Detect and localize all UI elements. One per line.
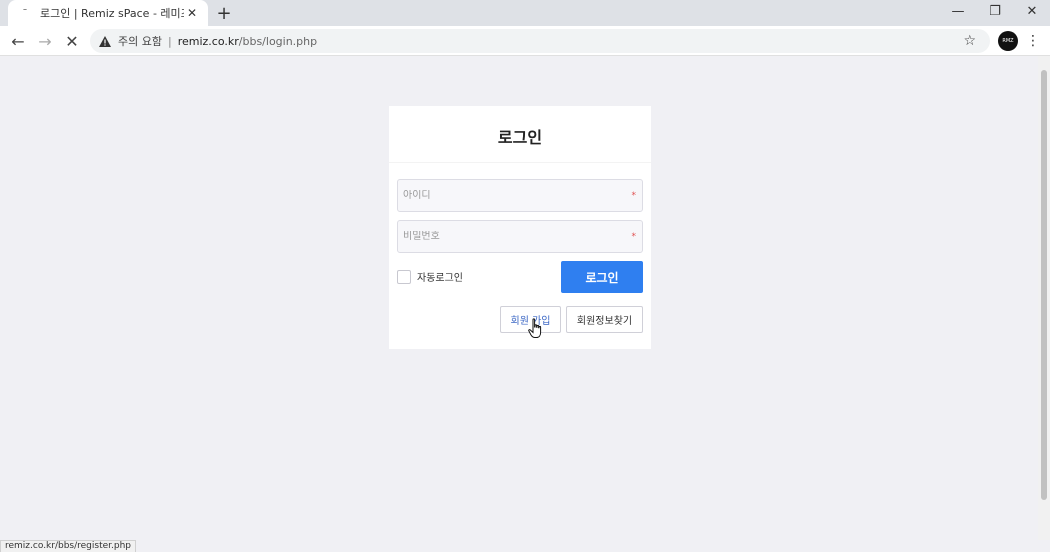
omnibox-separator: | — [167, 34, 172, 48]
bookmark-star-icon[interactable]: ☆ — [963, 33, 976, 49]
loading-favicon-icon: ˉ — [22, 6, 28, 20]
new-tab-icon[interactable]: + — [214, 3, 234, 24]
page-bottom — [0, 540, 1050, 552]
tab-title: 로그인 | Remiz sPace - 레미즈 — [40, 7, 184, 20]
forward-arrow-icon[interactable]: → — [34, 30, 56, 52]
security-label[interactable]: 주의 요함 — [118, 33, 162, 49]
stop-loading-icon[interactable]: ✕ — [61, 30, 83, 52]
browser-tab[interactable]: ˉ 로그인 | Remiz sPace - 레미즈 ✕ — [8, 0, 208, 26]
id-input[interactable] — [403, 190, 623, 201]
tab-strip: ˉ 로그인 | Remiz sPace - 레미즈 ✕ + — ❐ ✕ — [0, 0, 1050, 26]
url-host: remiz.co.kr — [177, 34, 239, 48]
restore-icon[interactable]: ❐ — [980, 0, 1010, 22]
required-mark: * — [631, 232, 637, 242]
title-divider — [389, 162, 651, 163]
password-input[interactable] — [403, 231, 623, 242]
back-arrow-icon[interactable]: ← — [7, 30, 29, 52]
tab-close-icon[interactable]: ✕ — [184, 5, 200, 21]
scrollbar-thumb[interactable] — [1041, 70, 1047, 500]
warning-triangle-icon — [98, 34, 112, 48]
auto-login-label[interactable]: 자동로그인 — [417, 269, 463, 284]
hand-cursor-icon — [528, 318, 542, 338]
required-mark: * — [631, 191, 637, 201]
window-close-icon[interactable]: ✕ — [1017, 0, 1047, 22]
find-account-button[interactable]: 회원정보찾기 — [566, 306, 643, 333]
url-path: /bbs/login.php — [238, 34, 318, 48]
password-field[interactable]: * — [397, 220, 643, 253]
vertical-scrollbar[interactable] — [1038, 56, 1050, 540]
login-title: 로그인 — [497, 128, 543, 147]
auto-login-checkbox[interactable] — [397, 269, 411, 284]
auto-login-option[interactable]: 자동로그인 — [397, 269, 463, 284]
login-button[interactable]: 로그인 — [561, 261, 643, 293]
address-bar[interactable]: 주의 요함 | remiz.co.kr/bbs/login.php ☆ — [90, 29, 990, 53]
browser-toolbar: ← → ✕ 주의 요함 | remiz.co.kr/bbs/login.php … — [0, 26, 1050, 56]
minimize-icon[interactable]: — — [943, 0, 973, 22]
profile-avatar[interactable]: RMZ — [998, 31, 1018, 51]
login-card: 로그인 * * 자동로그인 로그인 회원 가입 회원정보찾기 — [389, 106, 651, 349]
status-bar-url: remiz.co.kr/bbs/register.php — [0, 540, 137, 552]
browser-menu-icon[interactable]: ⋮ — [1026, 32, 1040, 50]
id-field[interactable]: * — [397, 179, 643, 212]
